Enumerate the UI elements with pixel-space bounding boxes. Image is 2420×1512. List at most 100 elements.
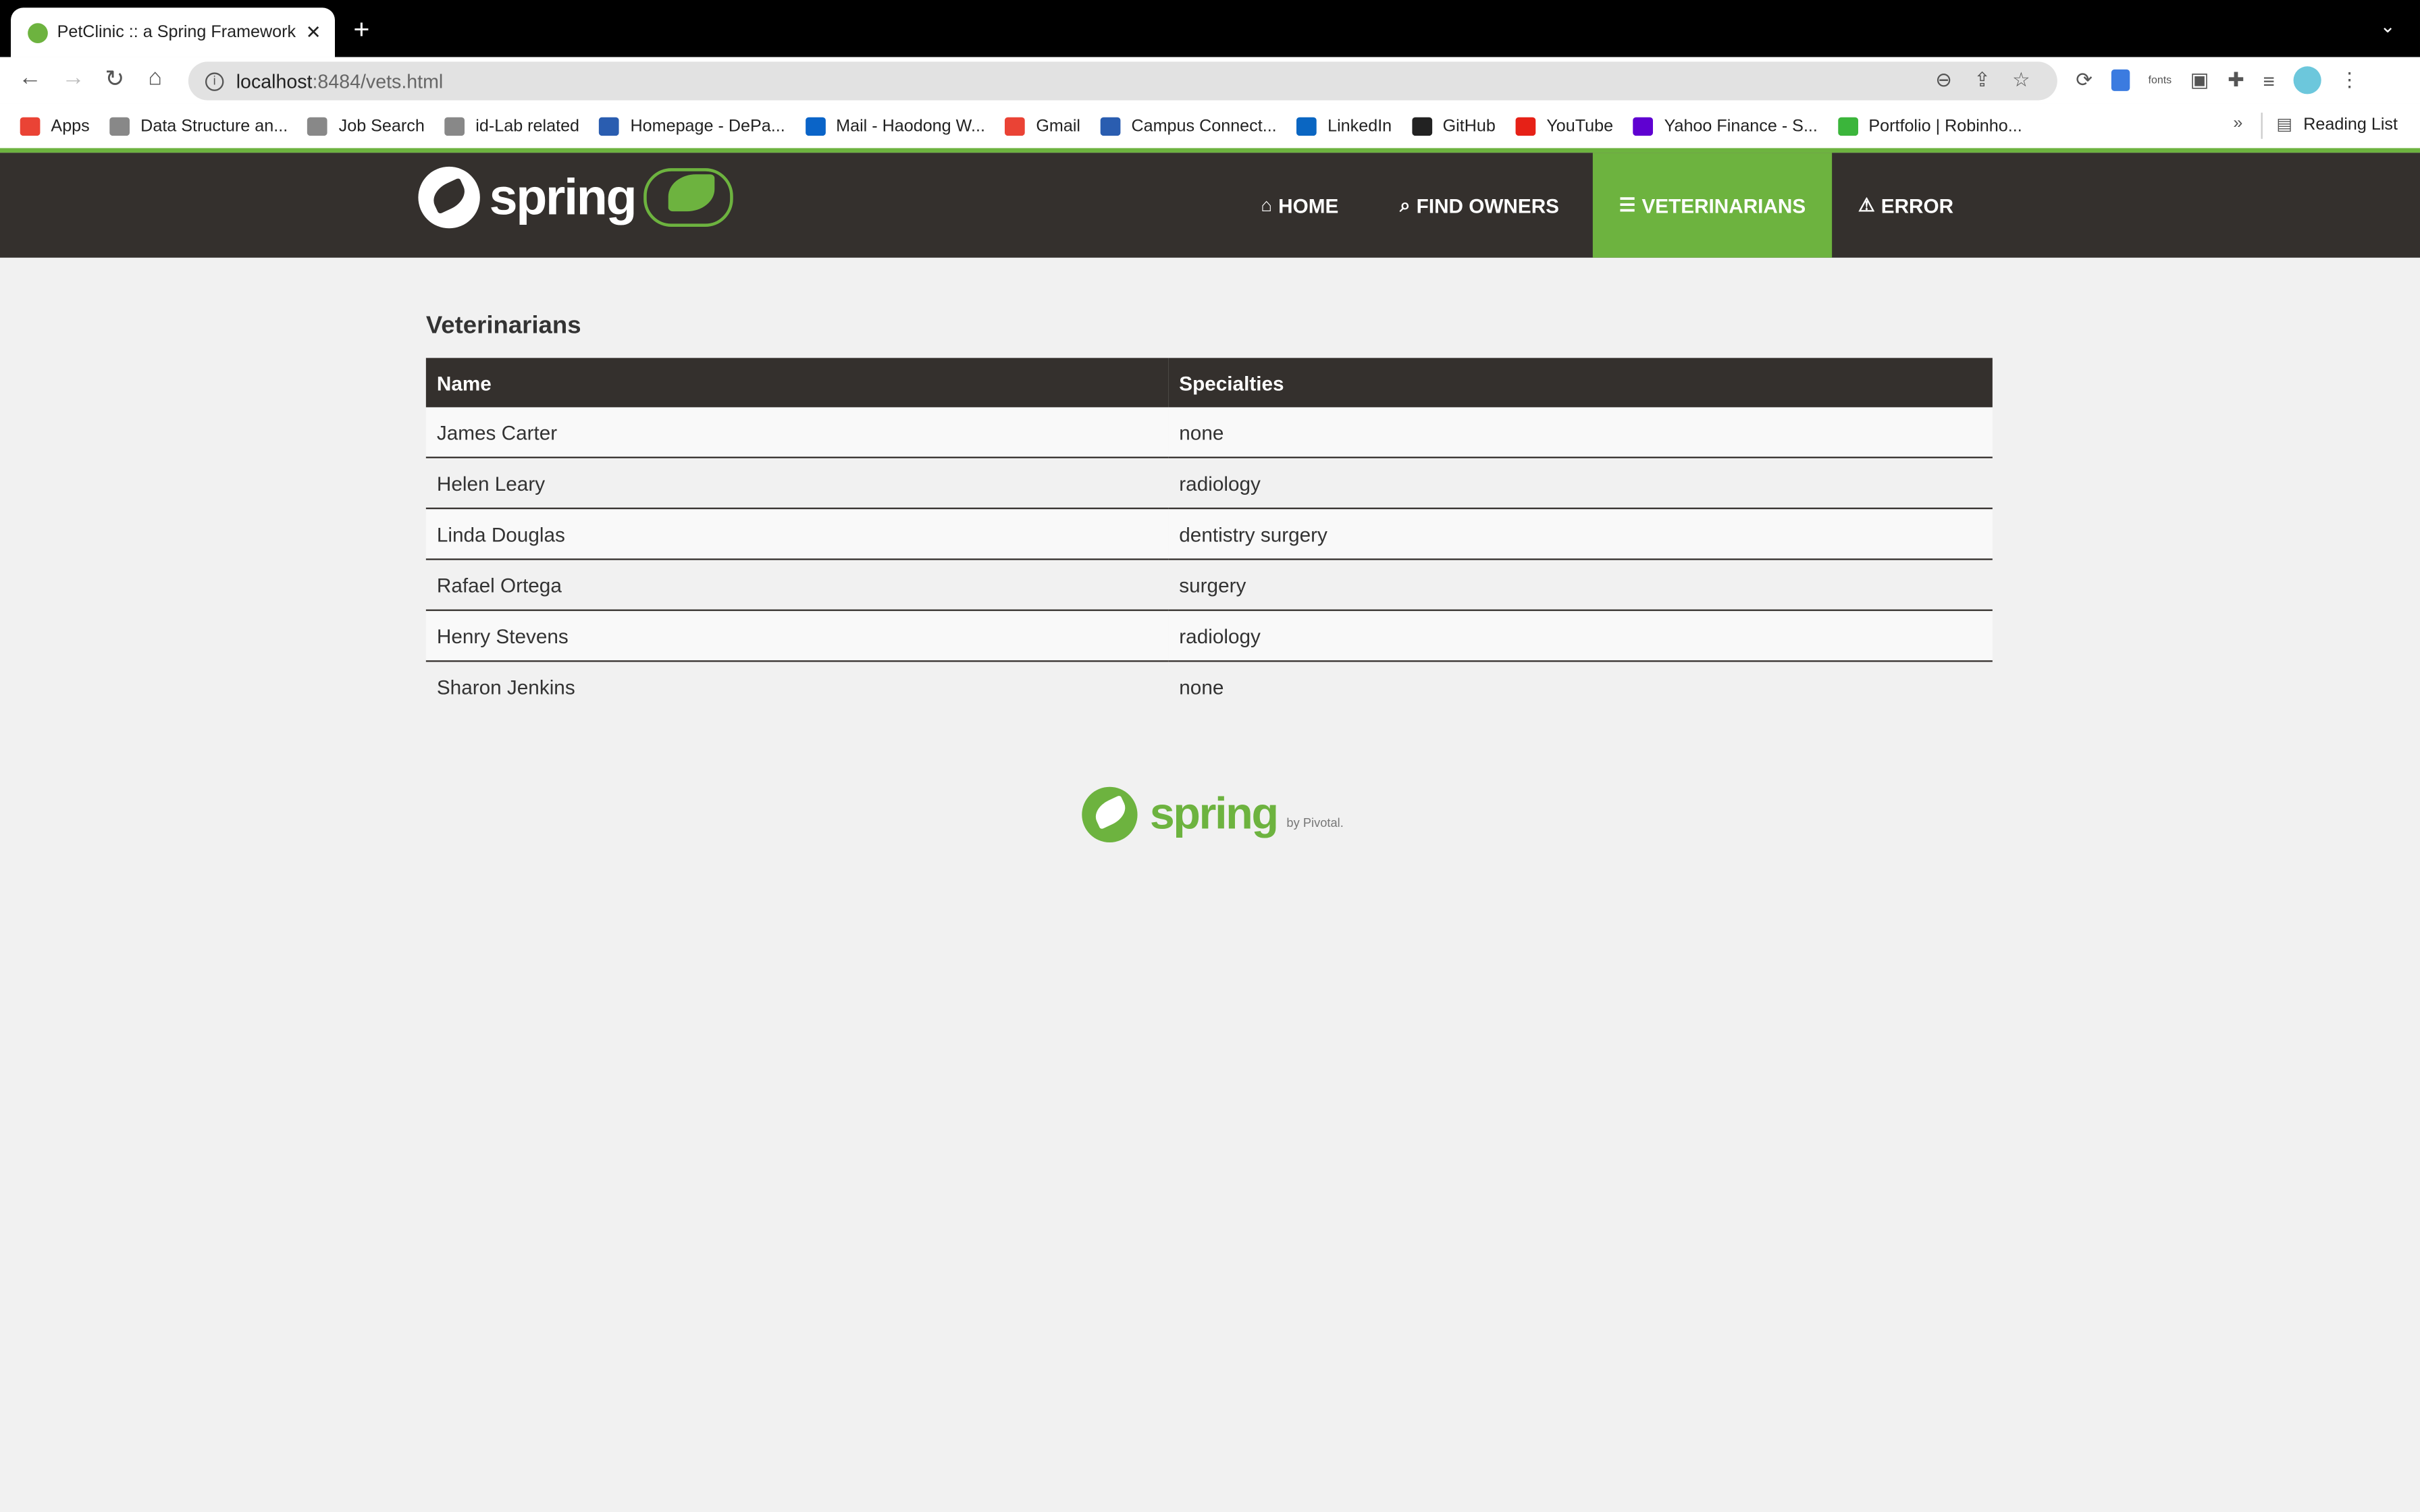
table-row: Linda Douglas dentistry surgery [425, 508, 1993, 560]
vet-name: Helen Leary [425, 457, 1169, 510]
bookmark-item[interactable]: Gmail [1005, 116, 1081, 135]
bookmark-item[interactable]: YouTube [1515, 116, 1614, 135]
spring-favicon-icon [28, 22, 48, 43]
bookmark-label: Yahoo Finance - S... [1664, 116, 1818, 135]
reading-list-button[interactable]: ▤ Reading List [2276, 114, 2398, 134]
bookmark-icon [109, 116, 130, 135]
table-row: James Carter none [425, 407, 1993, 458]
divider [2261, 112, 2263, 139]
nav-veterinarians[interactable]: ☰ VETERINARIANS [1592, 153, 1833, 258]
bookmark-item[interactable]: Yahoo Finance - S... [1633, 116, 1818, 135]
media-control-icon[interactable]: ≡ [2263, 69, 2275, 92]
nav-label: FIND OWNERS [1416, 193, 1559, 217]
vet-name: Sharon Jenkins [425, 661, 1169, 711]
vet-name: Linda Douglas [425, 508, 1169, 560]
spring-logo[interactable]: spring [418, 166, 733, 229]
tab-search-chevron-icon[interactable]: ⌄ [2380, 16, 2396, 37]
bookmark-icon [1515, 116, 1536, 135]
vet-specialties: none [1168, 407, 1993, 458]
footer-logo-text: spring [1149, 789, 1279, 839]
bookmark-label: YouTube [1546, 116, 1614, 135]
extension-blue-icon[interactable] [2111, 69, 2130, 91]
bookmark-label: Job Search [338, 116, 425, 135]
spring-leaf-icon [418, 166, 480, 229]
close-tab-icon[interactable]: ✕ [306, 22, 321, 43]
bookmark-item[interactable]: Portfolio | Robinho... [1837, 116, 2022, 135]
bookmark-label: Apps [51, 116, 90, 135]
nav-label: VETERINARIANS [1641, 193, 1806, 217]
bookmark-icon [307, 116, 328, 135]
search-icon: ⌕ [1400, 193, 1411, 215]
bookmark-item[interactable]: Job Search [307, 116, 425, 135]
footer-by-pivotal: by Pivotal. [1286, 815, 1344, 830]
bookmark-icon [1296, 116, 1317, 135]
home-button[interactable]: ⌂ [148, 65, 162, 91]
back-button[interactable]: ← [18, 65, 41, 91]
bookmark-label: Portfolio | Robinho... [1868, 116, 2022, 135]
reload-button[interactable]: ↻ [105, 65, 124, 92]
table-row: Helen Leary radiology [425, 457, 1993, 510]
new-tab-button[interactable]: + [353, 14, 369, 47]
bookmarks-bar: Apps Data Structure an... Job Search id-Lab… [0, 103, 2420, 148]
bookmark-item[interactable]: Data Structure an... [109, 116, 288, 135]
extension-sync-icon[interactable]: ⟳ [2076, 68, 2093, 93]
spring-leaf-icon [1082, 786, 1138, 842]
table-row: Rafael Ortega surgery [425, 559, 1993, 612]
bookmark-item[interactable]: LinkedIn [1296, 116, 1392, 135]
bookmark-item[interactable]: GitHub [1411, 116, 1496, 135]
navbar [0, 153, 2420, 258]
footer-spring-logo: spring by Pivotal. [1082, 786, 1344, 842]
column-header-specialties: Specialties [1168, 358, 1993, 408]
extension-chrome-icon[interactable]: ▣ [2190, 68, 2209, 93]
bookmark-label: Mail - Haodong W... [836, 116, 985, 135]
nav-label: ERROR [1880, 193, 1954, 217]
bookmark-icon [444, 116, 465, 135]
site-info-icon[interactable]: i [205, 72, 224, 90]
extension-fonts-icon[interactable]: fonts [2148, 75, 2172, 86]
zoom-icon[interactable]: ⊖ [1935, 68, 1952, 93]
table-row: Sharon Jenkins none [425, 661, 1993, 711]
nav-find-owners[interactable]: ⌕ FIND OWNERS [1373, 153, 1585, 257]
bookmark-item[interactable]: Mail - Haodong W... [805, 116, 985, 135]
bookmark-item[interactable]: Apps [20, 116, 90, 135]
bookmark-star-icon[interactable]: ☆ [2012, 68, 2030, 93]
nav-label: HOME [1278, 193, 1339, 217]
bookmark-label: Homepage - DePa... [630, 116, 785, 135]
bookmark-item[interactable]: Homepage - DePa... [599, 116, 785, 135]
accent-line [0, 148, 2420, 153]
bookmark-item[interactable]: Campus Connect... [1100, 116, 1277, 135]
bookmark-icon [1837, 116, 1858, 135]
extensions-puzzle-icon[interactable]: ✚ [2228, 68, 2244, 93]
home-icon: ⌂ [1261, 194, 1272, 216]
nav-error[interactable]: ⚠ ERROR [1832, 153, 1980, 257]
bookmark-icon [1005, 116, 1026, 135]
url-path: :8484/vets.html [312, 70, 444, 92]
menu-kebab-icon[interactable]: ⋮ [2340, 68, 2360, 93]
bookmark-label: Data Structure an... [140, 116, 288, 135]
bookmark-label: LinkedIn [1327, 116, 1392, 135]
nav-home[interactable]: ⌂ HOME [1235, 153, 1365, 257]
page-title: Veterinarians [425, 313, 581, 340]
address-bar[interactable]: i localhost:8484/vets.html [188, 61, 2057, 101]
bookmark-icon [1633, 116, 1654, 135]
forward-button[interactable]: → [61, 65, 84, 91]
tab-title: PetClinic :: a Spring Framework demonstr… [57, 23, 296, 42]
url-host: localhost [236, 70, 313, 92]
bookmark-item[interactable]: id-Lab related [444, 116, 579, 135]
list-icon: ☰ [1619, 194, 1636, 216]
reading-list-icon: ▤ [2276, 115, 2293, 134]
vet-specialties: dentistry surgery [1168, 508, 1993, 560]
browser-tab[interactable]: PetClinic :: a Spring Framework demonstr… [10, 7, 335, 57]
spring-cloud-icon [643, 168, 733, 227]
vet-name: Rafael Ortega [425, 559, 1169, 612]
vet-specialties: radiology [1168, 610, 1993, 662]
profile-avatar[interactable] [2293, 66, 2321, 94]
column-header-name: Name [425, 358, 1169, 408]
share-icon[interactable]: ⇪ [1974, 68, 1991, 93]
warning-icon: ⚠ [1858, 194, 1875, 216]
vet-name: Henry Stevens [425, 610, 1169, 662]
vet-specialties: surgery [1168, 559, 1993, 612]
vet-name: James Carter [425, 407, 1169, 458]
bookmark-label: Gmail [1036, 116, 1081, 135]
bookmarks-overflow-button[interactable]: » [2233, 114, 2242, 132]
